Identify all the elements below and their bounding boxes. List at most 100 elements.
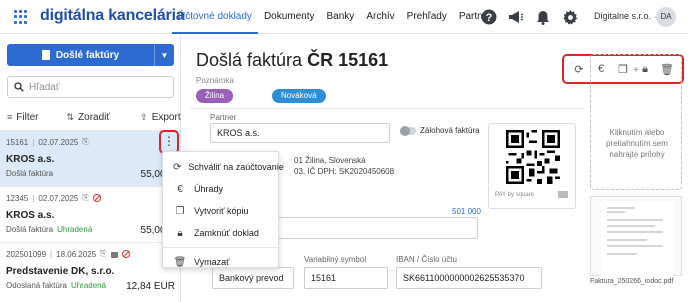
approve-cycle-icon: ⟳: [173, 161, 182, 173]
export-label: Export: [151, 111, 181, 123]
chevron-down-icon[interactable]: ▼: [154, 44, 174, 66]
copy-icon: ❐: [175, 205, 185, 217]
help-icon[interactable]: ?: [480, 8, 498, 26]
lock-icon: [110, 252, 118, 258]
document-icon: [41, 50, 50, 60]
title-number: 15161: [338, 50, 389, 70]
variable-symbol-label: Variabilný symbol: [304, 255, 367, 264]
title-prefix: Došlá faktúra: [196, 50, 303, 70]
note-field[interactable]: Poznámka: [196, 76, 234, 85]
menu-item-approve[interactable]: ⟳ Schváliť na zaúčtovanie: [163, 156, 284, 178]
export-button[interactable]: ⇪ Export: [140, 112, 180, 123]
pay-by-square-label: PAY by square: [495, 192, 535, 199]
list-item[interactable]: 12345 | 02.07.2025 ⎘ KROS a.s. Došlá faktúr…: [0, 186, 181, 242]
separator: |: [32, 137, 35, 147]
top-bar: digitálna kancelária Účtovné doklady Dok…: [0, 0, 688, 34]
filter-button[interactable]: ≡ Filter: [7, 112, 39, 123]
tag-novakova[interactable]: Nováková: [272, 89, 326, 103]
brand-logo[interactable]: digitálna kancelária: [40, 7, 185, 25]
list-item[interactable]: 15161 | 02.07.2025 ⎘ KROS a.s. Došlá faktúr…: [0, 130, 181, 186]
item-type: Odoslaná faktúra: [6, 281, 67, 290]
nav-item-dokumenty[interactable]: Dokumenty: [258, 0, 321, 34]
item-date: 02.07.2025: [38, 137, 79, 147]
bell-icon[interactable]: [534, 8, 552, 26]
partner-label: Partner: [210, 113, 237, 122]
item-type: Došlá faktúra: [6, 169, 54, 178]
attachment-dropzone[interactable]: + Kliknutím alebo pretiahnutím sem nahra…: [590, 54, 682, 190]
menu-item-label: Úhrady: [194, 184, 224, 194]
advance-invoice-toggle[interactable]: [400, 126, 416, 136]
search-icon: [14, 82, 24, 92]
menu-item-payments[interactable]: € Úhrady: [163, 178, 278, 200]
item-date: 18.06.2025: [56, 249, 97, 259]
approve-cycle-icon[interactable]: ⟳: [572, 62, 586, 76]
nav-item-prehlady[interactable]: Prehľady: [401, 0, 453, 34]
separator: |: [50, 249, 53, 259]
svg-text:?: ?: [486, 12, 493, 24]
dropzone-text: Kliknutím alebo pretiahnutím sem nahrajt…: [606, 128, 668, 159]
iban-label: IBAN / Číslo účtu: [396, 255, 457, 264]
item-type: Došlá faktúra: [6, 225, 54, 234]
new-document-label: Došlé faktúry: [55, 49, 120, 61]
nav-item-archiv[interactable]: Archív: [360, 0, 400, 34]
app-grid-icon[interactable]: [14, 10, 28, 24]
item-status: Uhradená: [57, 225, 93, 234]
item-date: 02.07.2025: [38, 193, 79, 203]
blocked-icon: [121, 250, 130, 258]
sort-button[interactable]: ⇅ Zoradiť: [67, 112, 111, 123]
qr-code-image: [506, 130, 560, 184]
attachment-icon: ⎘: [82, 137, 89, 146]
menu-item-label: Vymazať: [194, 257, 230, 267]
tag-zilina[interactable]: Žilina: [196, 89, 234, 103]
gear-icon[interactable]: [561, 8, 579, 26]
item-id: 15161: [6, 137, 29, 147]
address-line-2: 03, IČ DPH: SK2020450608: [294, 167, 395, 176]
qr-code-panel[interactable]: PAY by square: [488, 123, 576, 209]
attachment-filename[interactable]: Faktura_250266_iodoc.pdf: [590, 278, 673, 285]
avatar[interactable]: DA: [656, 7, 676, 27]
euro-icon: €: [177, 183, 183, 195]
filter-label: Filter: [16, 111, 39, 123]
item-amount: 12,84 EUR: [126, 281, 175, 292]
menu-item-copy[interactable]: ❐ Vytvoriť kópiu: [163, 200, 278, 222]
address-line-1: 01 Žilina, Slovenská: [294, 156, 366, 165]
blocked-icon: [92, 194, 101, 202]
variable-symbol-input[interactable]: 15161: [304, 267, 388, 289]
item-partner: KROS a.s.: [6, 210, 55, 221]
company-selector[interactable]: Digitalne s.r.o. ⌄: [594, 11, 661, 22]
attachment-thumbnail[interactable]: [590, 196, 682, 277]
lock-icon: 🔒︎: [177, 227, 183, 239]
item-id: 12345: [6, 193, 29, 203]
list-item[interactable]: 202501099 | 18.06.2025 ⎘ Predstavenie DK, s…: [0, 242, 181, 298]
menu-item-lock[interactable]: 🔒︎ Zamknúť doklad: [163, 222, 278, 244]
filter-icon: ≡: [7, 112, 13, 122]
iban-input[interactable]: SK6611000000002625535370: [396, 267, 542, 289]
document-list: 15161 | 02.07.2025 ⎘ KROS a.s. Došlá faktúr…: [0, 130, 181, 298]
attachment-icon: ⎘: [82, 193, 89, 202]
menu-item-label: Schváliť na zaúčtovanie: [188, 162, 284, 172]
title-code: ČR: [307, 50, 334, 70]
amount-link[interactable]: 501 000: [452, 207, 481, 216]
sort-icon: ⇅: [66, 111, 75, 122]
menu-item-delete[interactable]: 🗑︎ Vymazať: [163, 251, 278, 273]
search-input[interactable]: [29, 81, 169, 93]
page-title: Došlá faktúra ČR 15161: [196, 50, 388, 71]
new-document-split-button: Došlé faktúry ▼: [7, 44, 174, 66]
main-nav: Účtovné doklady Dokumenty Banky Archív P…: [172, 0, 500, 34]
document-list-panel: Došlé faktúry ▼ ≡Filter ⇅Zoradiť ⇪Export…: [0, 34, 181, 302]
attachment-icon: ⎘: [100, 249, 107, 258]
trash-icon: 🗑︎: [173, 256, 187, 268]
export-icon: ⇪: [140, 111, 148, 122]
item-id: 202501099: [6, 249, 47, 259]
partner-address: 01 Žilina, Slovenská 03, IČ DPH: SK20204…: [294, 155, 394, 177]
item-partner: Predstavenie DK, s.r.o.: [6, 266, 115, 277]
partner-input[interactable]: KROS a.s.: [210, 123, 390, 143]
sort-label: Zoradiť: [78, 111, 111, 123]
menu-item-label: Vytvoriť kópiu: [194, 206, 249, 216]
nav-item-banky[interactable]: Banky: [321, 0, 361, 34]
advance-invoice-label: Zálohová faktúra: [420, 126, 480, 135]
new-document-button[interactable]: Došlé faktúry: [7, 44, 154, 66]
megaphone-icon[interactable]: [507, 8, 525, 26]
item-status: Uhradená: [70, 281, 107, 290]
nav-item-uctovne-doklady[interactable]: Účtovné doklady: [172, 0, 258, 34]
